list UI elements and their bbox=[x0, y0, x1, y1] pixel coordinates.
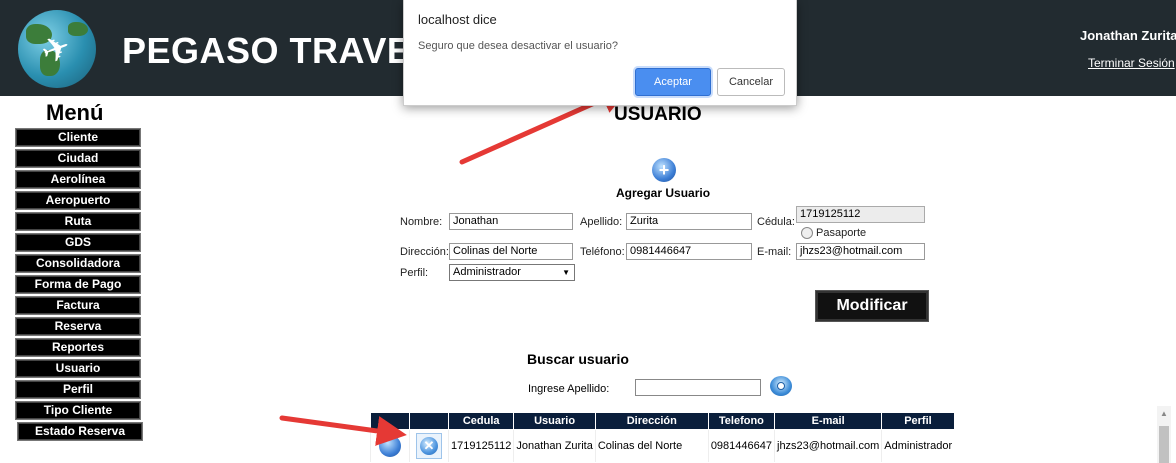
apellido-field[interactable]: Zurita bbox=[626, 213, 752, 230]
search-title: Buscar usuario bbox=[527, 351, 629, 367]
menu-item-factura[interactable]: Factura bbox=[15, 296, 141, 315]
direccion-field[interactable]: Colinas del Norte bbox=[449, 243, 573, 260]
users-table: Cedula Usuario Dirección Telefono E-mail… bbox=[370, 412, 955, 462]
apellido-label: Apellido: bbox=[580, 216, 623, 228]
menu-title: Menú bbox=[46, 100, 104, 125]
modificar-button[interactable]: Modificar bbox=[815, 290, 929, 322]
dialog-message: Seguro que desea desactivar el usuario? bbox=[418, 40, 618, 52]
dialog-title: localhost dice bbox=[418, 12, 497, 27]
scrollbar-thumb[interactable] bbox=[1159, 426, 1169, 463]
page-scrollbar[interactable]: ▲ bbox=[1157, 406, 1171, 463]
cell-perfil: Administrador bbox=[881, 429, 955, 462]
menu-item-gds[interactable]: GDS bbox=[15, 233, 141, 252]
logout-link[interactable]: Terminar Sesión bbox=[1088, 56, 1175, 70]
deactivate-user-icon[interactable]: ✕ bbox=[416, 433, 442, 459]
menu-item-aeropuerto[interactable]: Aeropuerto bbox=[15, 191, 141, 210]
add-user-label: Agregar Usuario bbox=[616, 186, 711, 200]
table-header-row: Cedula Usuario Dirección Telefono E-mail… bbox=[370, 412, 955, 430]
menu-item-consolidadora[interactable]: Consolidadora bbox=[15, 254, 141, 273]
telefono-label: Teléfono: bbox=[580, 246, 625, 258]
dialog-cancel-button[interactable]: Cancelar bbox=[717, 68, 785, 96]
brand-title: PEGASO TRAVEL bbox=[122, 30, 434, 71]
header-telefono: Telefono bbox=[707, 412, 776, 430]
edit-user-icon[interactable] bbox=[379, 435, 401, 457]
pasaporte-label: Pasaporte bbox=[816, 227, 867, 239]
pasaporte-radio[interactable] bbox=[801, 227, 813, 239]
perfil-selected-value: Administrador bbox=[453, 266, 521, 278]
table-row: ✕ 1719125112 Jonathan Zurita Colinas del… bbox=[370, 429, 955, 462]
menu-item-tipo-cliente[interactable]: Tipo Cliente bbox=[15, 401, 141, 420]
menu-item-aerolinea[interactable]: Aerolínea bbox=[15, 170, 141, 189]
cell-email: jhzs23@hotmail.com bbox=[773, 429, 882, 462]
cell-usuario: Jonathan Zurita bbox=[513, 429, 596, 462]
search-eye-icon[interactable] bbox=[770, 376, 792, 396]
header-perfil: Perfil bbox=[881, 412, 955, 430]
header-email: E-mail bbox=[773, 412, 883, 430]
menu-item-estado-reserva[interactable]: Estado Reserva bbox=[17, 422, 143, 441]
cedula-field[interactable]: 1719125112 bbox=[796, 206, 925, 223]
menu-item-reserva[interactable]: Reserva bbox=[15, 317, 141, 336]
menu-item-perfil[interactable]: Perfil bbox=[15, 380, 141, 399]
header-usuario: Usuario bbox=[513, 412, 596, 430]
perfil-select[interactable]: Administrador ▼ bbox=[449, 264, 575, 281]
email-label: E-mail: bbox=[757, 246, 792, 258]
header-blank bbox=[409, 412, 449, 430]
telefono-field[interactable]: 0981446647 bbox=[626, 243, 752, 260]
dialog-ok-button[interactable]: Aceptar bbox=[635, 68, 711, 96]
menu-item-ruta[interactable]: Ruta bbox=[15, 212, 141, 231]
direccion-label: Dirección: bbox=[400, 246, 449, 258]
add-user-icon[interactable]: + bbox=[652, 158, 676, 182]
nombre-label: Nombre: bbox=[400, 216, 443, 228]
menu-item-forma-de-pago[interactable]: Forma de Pago bbox=[15, 275, 141, 294]
perfil-label: Perfil: bbox=[400, 267, 429, 279]
cedula-label: Cédula: bbox=[757, 216, 795, 228]
menu-item-usuario[interactable]: Usuario bbox=[15, 359, 141, 378]
search-input[interactable] bbox=[635, 379, 761, 396]
cell-telefono: 0981446647 bbox=[707, 429, 775, 462]
cell-cedula: 1719125112 bbox=[447, 429, 514, 462]
user-name: Jonathan Zurita bbox=[1080, 28, 1176, 43]
menu-item-cliente[interactable]: Cliente bbox=[15, 128, 141, 147]
email-field[interactable]: jhzs23@hotmail.com bbox=[796, 243, 925, 260]
header-cedula: Cedula bbox=[447, 412, 515, 430]
header-direccion: Dirección bbox=[594, 412, 709, 430]
scroll-up-icon[interactable]: ▲ bbox=[1160, 409, 1168, 418]
menu-item-reportes[interactable]: Reportes bbox=[15, 338, 141, 357]
dropdown-arrow-icon: ▼ bbox=[562, 268, 570, 277]
search-label: Ingrese Apellido: bbox=[528, 383, 610, 395]
menu-item-ciudad[interactable]: Ciudad bbox=[15, 149, 141, 168]
header-blank bbox=[370, 412, 410, 430]
sidebar-menu: Cliente Ciudad Aerolínea Aeropuerto Ruta… bbox=[15, 128, 143, 443]
nombre-field[interactable]: Jonathan bbox=[449, 213, 573, 230]
confirm-dialog: localhost dice Seguro que desea desactiv… bbox=[403, 0, 797, 106]
page-title: USUARIO bbox=[614, 104, 702, 125]
cell-direccion: Colinas del Norte bbox=[594, 429, 709, 462]
